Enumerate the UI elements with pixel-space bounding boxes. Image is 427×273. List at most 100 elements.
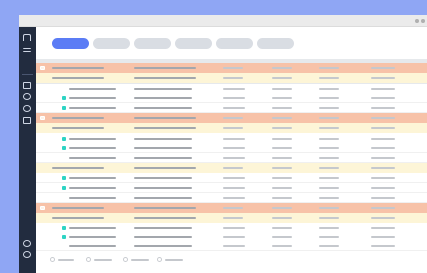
group-row[interactable] <box>36 213 427 223</box>
table-cell <box>134 147 192 149</box>
table-row[interactable] <box>36 153 427 163</box>
table-cell <box>272 157 292 159</box>
logo-icon[interactable] <box>23 34 31 41</box>
table-cell <box>223 236 245 238</box>
pagination <box>36 255 427 265</box>
tab-1[interactable] <box>52 38 89 49</box>
table-cell <box>371 97 395 99</box>
table-cell <box>69 197 116 199</box>
status-indicator <box>62 137 66 141</box>
tab-5[interactable] <box>216 38 253 49</box>
table-cell <box>69 147 116 149</box>
status-indicator <box>62 235 66 239</box>
table-cell <box>134 227 192 229</box>
table-row[interactable] <box>36 143 427 153</box>
table-row[interactable] <box>36 173 427 183</box>
table-cell <box>272 127 292 129</box>
table-cell <box>272 117 292 119</box>
table-cell <box>223 157 245 159</box>
group-expand-icon[interactable] <box>40 116 45 120</box>
group-row[interactable] <box>36 63 427 73</box>
status-indicator <box>62 106 66 110</box>
tab-4[interactable] <box>175 38 212 49</box>
page-radio-4[interactable] <box>157 257 162 262</box>
table-cell <box>272 67 292 69</box>
group-row[interactable] <box>36 203 427 213</box>
page-radio-1[interactable] <box>50 257 55 262</box>
group-row[interactable] <box>36 163 427 173</box>
page-radio-3[interactable] <box>123 257 128 262</box>
table-cell <box>134 127 196 129</box>
table-cell <box>272 207 292 209</box>
table-cell <box>223 227 245 229</box>
table-cell <box>371 207 395 209</box>
table-row[interactable] <box>36 183 427 193</box>
group-row[interactable] <box>36 123 427 133</box>
table-cell <box>223 167 243 169</box>
table-cell <box>223 107 245 109</box>
close-icon[interactable] <box>421 19 425 23</box>
refresh-icon[interactable] <box>23 105 31 112</box>
status-indicator <box>62 96 66 100</box>
group-expand-icon[interactable] <box>40 206 45 210</box>
table-cell <box>272 245 292 247</box>
tab-2[interactable] <box>93 38 130 49</box>
sidebar-divider <box>22 74 33 75</box>
menu-icon[interactable] <box>23 48 31 52</box>
table-cell <box>371 67 395 69</box>
table-cell <box>371 157 395 159</box>
table-cell <box>272 97 292 99</box>
table-cell <box>134 157 192 159</box>
table-cell <box>69 138 116 140</box>
table-cell <box>319 217 339 219</box>
table-row[interactable] <box>36 241 427 251</box>
table-cell <box>223 77 243 79</box>
minimize-icon[interactable] <box>415 19 419 23</box>
table-row[interactable] <box>36 93 427 103</box>
table-cell <box>272 88 292 90</box>
settings-icon[interactable] <box>23 251 31 258</box>
table-cell <box>223 117 243 119</box>
page-label-4 <box>165 259 183 261</box>
table-cell <box>371 107 395 109</box>
table-cell <box>134 107 192 109</box>
table-cell <box>223 127 243 129</box>
page-radio-2[interactable] <box>86 257 91 262</box>
table-cell <box>319 167 339 169</box>
table-row[interactable] <box>36 193 427 203</box>
sync-icon[interactable] <box>23 240 31 247</box>
table-cell <box>223 177 245 179</box>
table-cell <box>69 227 116 229</box>
table-cell <box>371 77 395 79</box>
table-cell <box>319 227 339 229</box>
table-cell <box>134 77 196 79</box>
table-cell <box>371 245 395 247</box>
document-icon[interactable] <box>23 82 31 89</box>
table-cell <box>319 147 339 149</box>
group-row[interactable] <box>36 73 427 83</box>
table-cell <box>52 207 104 209</box>
table-row[interactable] <box>36 103 427 113</box>
window-titlebar <box>19 15 427 27</box>
group-expand-icon[interactable] <box>40 66 45 70</box>
table-cell <box>52 217 104 219</box>
table-cell <box>52 117 104 119</box>
tab-6[interactable] <box>257 38 294 49</box>
file-icon[interactable] <box>23 117 31 124</box>
tab-3[interactable] <box>134 38 171 49</box>
clock-icon[interactable] <box>23 93 31 100</box>
table-cell <box>319 236 339 238</box>
table-cell <box>223 207 243 209</box>
table-cell <box>134 97 192 99</box>
table-cell <box>69 236 116 238</box>
status-indicator <box>62 176 66 180</box>
table-cell <box>371 138 395 140</box>
table-cell <box>319 138 339 140</box>
table-cell <box>272 177 292 179</box>
table-cell <box>272 147 292 149</box>
table-cell <box>223 147 245 149</box>
table-cell <box>272 138 292 140</box>
table-cell <box>272 236 292 238</box>
table-cell <box>319 117 339 119</box>
group-row[interactable] <box>36 113 427 123</box>
